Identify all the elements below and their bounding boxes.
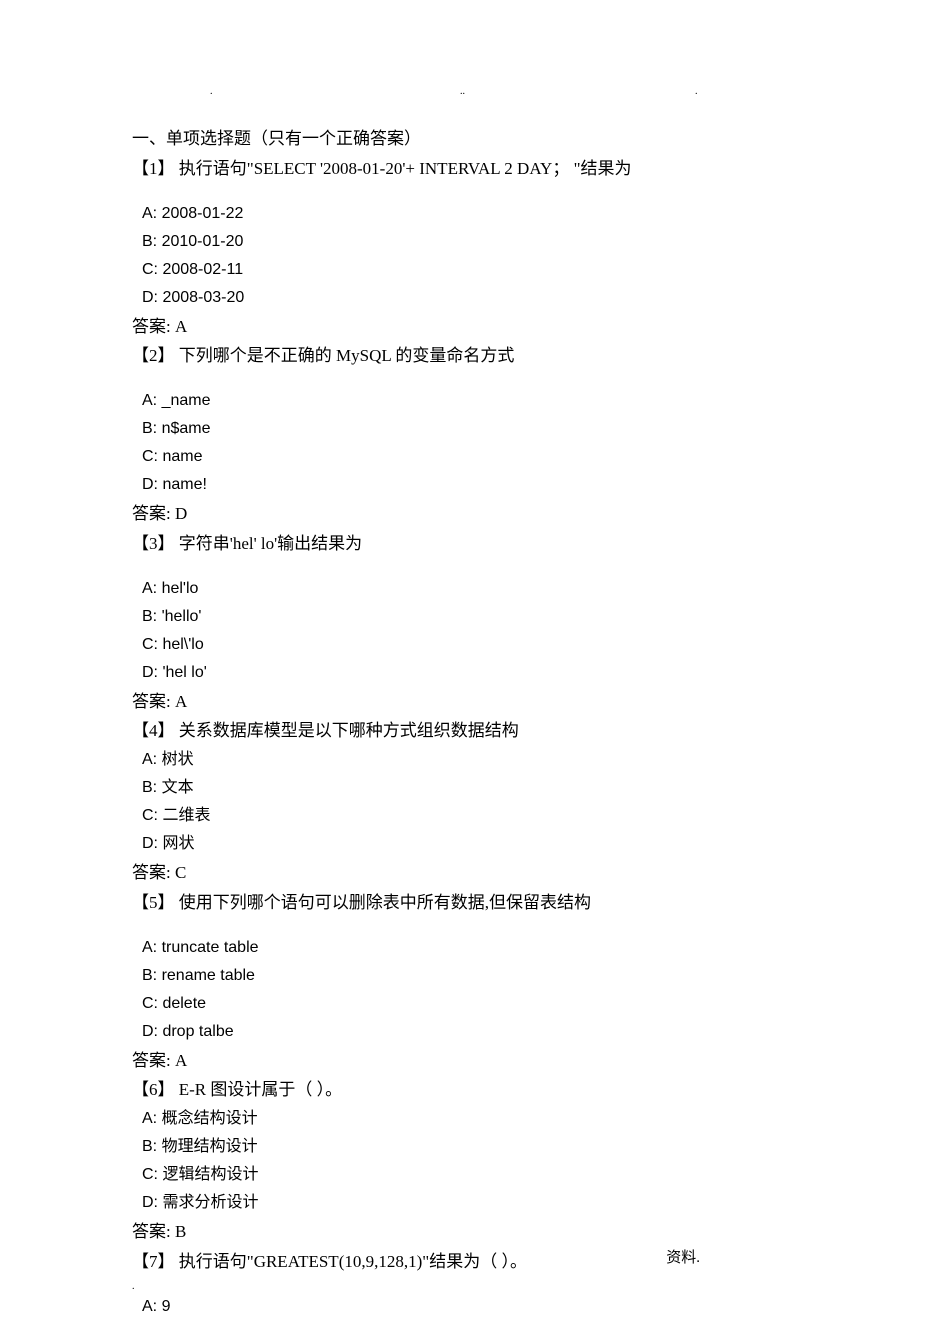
option-b: B: 文本 (132, 774, 815, 802)
question-number: 【6】 (132, 1080, 175, 1099)
section-title: 一、单项选择题（只有一个正确答案） (132, 124, 815, 154)
question-number: 【3】 (132, 534, 175, 553)
blank-line (132, 1277, 815, 1293)
option-a: A: 9 (132, 1293, 815, 1321)
option-c: C: hel\'lo (132, 631, 815, 659)
answer-line: 答案: A (132, 1046, 815, 1076)
question-stem: 【1】 执行语句"SELECT '2008-01-20'+ INTERVAL 2… (132, 154, 815, 184)
option-b: B: rename table (132, 962, 815, 990)
question-text: 执行语句"SELECT '2008-01-20'+ INTERVAL 2 DAY… (179, 159, 632, 178)
blank-line (132, 559, 815, 575)
blank-line (132, 918, 815, 934)
question-text: E-R 图设计属于（ ）。 (179, 1080, 342, 1099)
option-d: D: drop talbe (132, 1018, 815, 1046)
option-d: D: 网状 (132, 830, 815, 858)
answer-line: 答案: A (132, 687, 815, 717)
option-a: A: 2008-01-22 (132, 200, 815, 228)
option-a: A: 概念结构设计 (132, 1105, 815, 1133)
question-text: 关系数据库模型是以下哪种方式组织数据结构 (179, 721, 519, 740)
option-c: C: 2008-02-11 (132, 256, 815, 284)
option-d: D: 'hel lo' (132, 659, 815, 687)
answer-line: 答案: A (132, 312, 815, 342)
question-stem: 【7】 执行语句"GREATEST(10,9,128,1)"结果为（ ）。 (132, 1247, 815, 1277)
option-c: C: 二维表 (132, 802, 815, 830)
question-text: 执行语句"GREATEST(10,9,128,1)"结果为（ ）。 (179, 1252, 527, 1271)
option-c: C: name (132, 443, 815, 471)
question-number: 【5】 (132, 893, 175, 912)
header-dot: .. (460, 86, 465, 97)
option-d: D: 需求分析设计 (132, 1189, 815, 1217)
option-a: A: _name (132, 387, 815, 415)
option-c: C: delete (132, 990, 815, 1018)
question-text: 使用下列哪个语句可以删除表中所有数据,但保留表结构 (179, 893, 591, 912)
option-b: B: 物理结构设计 (132, 1133, 815, 1161)
header-dot: . (695, 86, 698, 97)
blank-line (132, 371, 815, 387)
question-stem: 【5】 使用下列哪个语句可以删除表中所有数据,但保留表结构 (132, 888, 815, 918)
header-dot: . (210, 86, 213, 97)
answer-line: 答案: C (132, 858, 815, 888)
option-b: B: 2010-01-20 (132, 228, 815, 256)
question-number: 【2】 (132, 346, 175, 365)
question-stem: 【3】 字符串'hel' lo'输出结果为 (132, 529, 815, 559)
blank-line (132, 184, 815, 200)
option-d: D: 2008-03-20 (132, 284, 815, 312)
question-stem: 【2】 下列哪个是不正确的 MySQL 的变量命名方式 (132, 341, 815, 371)
answer-line: 答案: B (132, 1217, 815, 1247)
document-content: 一、单项选择题（只有一个正确答案） 【1】 执行语句"SELECT '2008-… (132, 124, 815, 1321)
option-a: A: truncate table (132, 934, 815, 962)
question-text: 字符串'hel' lo'输出结果为 (179, 534, 362, 553)
footer-dot: . (132, 1281, 135, 1292)
question-number: 【4】 (132, 721, 175, 740)
question-text: 下列哪个是不正确的 MySQL 的变量命名方式 (179, 346, 515, 365)
question-stem: 【4】 关系数据库模型是以下哪种方式组织数据结构 (132, 716, 815, 746)
option-d: D: name! (132, 471, 815, 499)
answer-line: 答案: D (132, 499, 815, 529)
option-a: A: hel'lo (132, 575, 815, 603)
option-c: C: 逻辑结构设计 (132, 1161, 815, 1189)
option-b: B: 'hello' (132, 603, 815, 631)
option-a: A: 树状 (132, 746, 815, 774)
question-number: 【1】 (132, 159, 175, 178)
page-footer: 资料. (666, 1246, 700, 1267)
option-b: B: n$ame (132, 415, 815, 443)
question-number: 【7】 (132, 1252, 175, 1271)
question-stem: 【6】 E-R 图设计属于（ ）。 (132, 1075, 815, 1105)
